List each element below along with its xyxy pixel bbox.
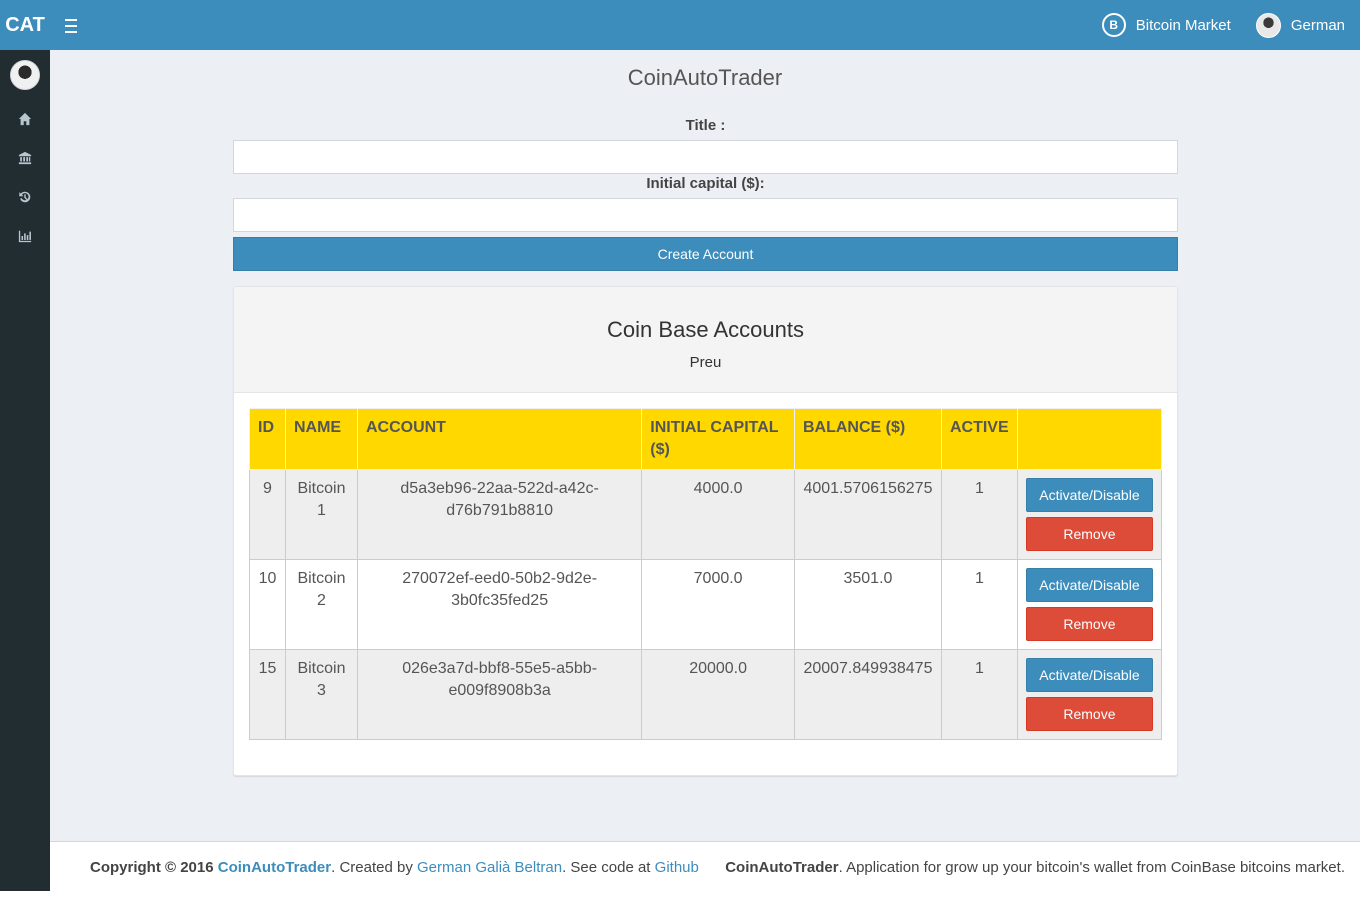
footer: Copyright © 2016 CoinAutoTrader. Created…	[50, 841, 1360, 891]
cell-active: 1	[940, 559, 1018, 650]
activate-disable-button[interactable]: Activate/Disable	[1025, 568, 1153, 602]
cell-id: 15	[249, 649, 286, 740]
cell-name: Bitcoin 3	[284, 649, 358, 740]
accounts-box-title: Coin Base Accounts	[607, 317, 804, 342]
sidebar-item-history[interactable]	[0, 180, 50, 214]
cell-account: 270072ef-eed0-50b2-9d2e-3b0fc35fed25	[356, 559, 643, 650]
title-input[interactable]	[233, 140, 1178, 174]
cell-actions: Activate/Disable Remove	[1016, 559, 1163, 650]
cell-actions: Activate/Disable Remove	[1016, 469, 1163, 560]
bank-icon	[18, 151, 32, 165]
footer-app-link[interactable]: CoinAutoTrader	[218, 859, 331, 876]
footer-author-link[interactable]: German Galià Beltran	[417, 859, 562, 876]
column-header-id: ID	[249, 408, 286, 470]
navbar-right: B Bitcoin Market German	[1092, 0, 1360, 50]
cell-actions: Activate/Disable Remove	[1016, 649, 1163, 740]
cell-active: 1	[940, 649, 1018, 740]
cell-name: Bitcoin 2	[284, 559, 358, 650]
sidebar	[0, 50, 50, 891]
create-account-button[interactable]: Create Account	[233, 237, 1178, 271]
sidebar-item-home[interactable]	[0, 102, 50, 136]
home-icon	[18, 112, 32, 126]
column-header-initial-capital: INITIAL CAPITAL ($)	[641, 408, 795, 470]
menu-toggle-icon[interactable]	[60, 14, 82, 36]
initial-capital-label: Initial capital ($):	[646, 175, 765, 192]
cell-balance: 4001.5706156275	[793, 469, 942, 560]
title-label: Title :	[685, 117, 726, 134]
bottom-strip	[0, 891, 1360, 917]
accounts-box: Coin Base Accounts Preu ID NAME ACCOUNT …	[233, 286, 1178, 776]
column-header-active: ACTIVE	[940, 408, 1018, 470]
accounts-box-subtitle: Preu	[689, 354, 722, 371]
cell-initial-capital: 20000.0	[641, 649, 795, 740]
footer-copyright: Copyright © 2016	[90, 859, 214, 876]
column-header-account: ACCOUNT	[356, 408, 643, 470]
brand-logo[interactable]: CAT	[0, 0, 50, 50]
user-avatar	[1255, 12, 1281, 38]
activate-disable-button[interactable]: Activate/Disable	[1025, 658, 1153, 692]
user-name: German	[1290, 16, 1345, 34]
column-header-name: NAME	[284, 408, 358, 470]
accounts-box-header: Coin Base Accounts Preu	[234, 287, 1177, 393]
cell-account: d5a3eb96-22aa-522d-a42c-d76b791b8810	[356, 469, 643, 560]
remove-button[interactable]: Remove	[1025, 517, 1153, 551]
sidebar-avatar	[10, 60, 40, 90]
footer-right-app-name: CoinAutoTrader	[725, 859, 839, 876]
cell-id: 9	[249, 469, 286, 560]
cell-initial-capital: 4000.0	[641, 469, 795, 560]
table-row: 15 Bitcoin 3 026e3a7d-bbf8-55e5-a5bb-e00…	[249, 649, 1163, 740]
cell-balance: 3501.0	[793, 559, 942, 650]
table-header-row: ID NAME ACCOUNT INITIAL CAPITAL ($) BALA…	[249, 408, 1163, 470]
cell-account: 026e3a7d-bbf8-55e5-a5bb-e009f8908b3a	[356, 649, 643, 740]
table-row: 10 Bitcoin 2 270072ef-eed0-50b2-9d2e-3b0…	[249, 559, 1163, 650]
footer-see-code: . See code at	[562, 859, 651, 876]
cell-active: 1	[940, 469, 1018, 560]
footer-created-by: . Created by	[331, 859, 413, 876]
footer-right-description: . Application for grow up your bitcoin's…	[838, 859, 1345, 876]
column-header-actions	[1016, 408, 1163, 470]
user-menu[interactable]: German	[1246, 0, 1360, 50]
bitcoin-market-label: Bitcoin Market	[1135, 16, 1231, 34]
bitcoin-icon: B	[1101, 13, 1126, 37]
bitcoin-market-link[interactable]: B Bitcoin Market	[1092, 0, 1246, 50]
main-content: CoinAutoTrader Title : Initial capital (…	[50, 50, 1360, 841]
cell-name: Bitcoin 1	[284, 469, 358, 560]
top-navbar: CAT B Bitcoin Market German	[0, 0, 1360, 50]
bar-chart-icon	[18, 230, 32, 243]
activate-disable-button[interactable]: Activate/Disable	[1025, 478, 1153, 512]
cell-id: 10	[249, 559, 286, 650]
footer-github-link[interactable]: Github	[655, 859, 699, 876]
sidebar-item-bank[interactable]	[0, 141, 50, 175]
page-title: CoinAutoTrader	[627, 65, 783, 90]
cell-balance: 20007.849938475	[793, 649, 942, 740]
cell-initial-capital: 7000.0	[641, 559, 795, 650]
remove-button[interactable]: Remove	[1025, 607, 1153, 641]
footer-right: CoinAutoTrader. Application for grow up …	[725, 859, 1345, 876]
history-icon	[19, 191, 31, 203]
footer-left: Copyright © 2016 CoinAutoTrader. Created…	[90, 859, 699, 876]
column-header-balance: BALANCE ($)	[793, 408, 942, 470]
remove-button[interactable]: Remove	[1025, 697, 1153, 731]
accounts-table: ID NAME ACCOUNT INITIAL CAPITAL ($) BALA…	[249, 408, 1163, 740]
sidebar-item-stats[interactable]	[0, 219, 50, 253]
initial-capital-input[interactable]	[233, 198, 1178, 232]
table-row: 9 Bitcoin 1 d5a3eb96-22aa-522d-a42c-d76b…	[249, 469, 1163, 560]
